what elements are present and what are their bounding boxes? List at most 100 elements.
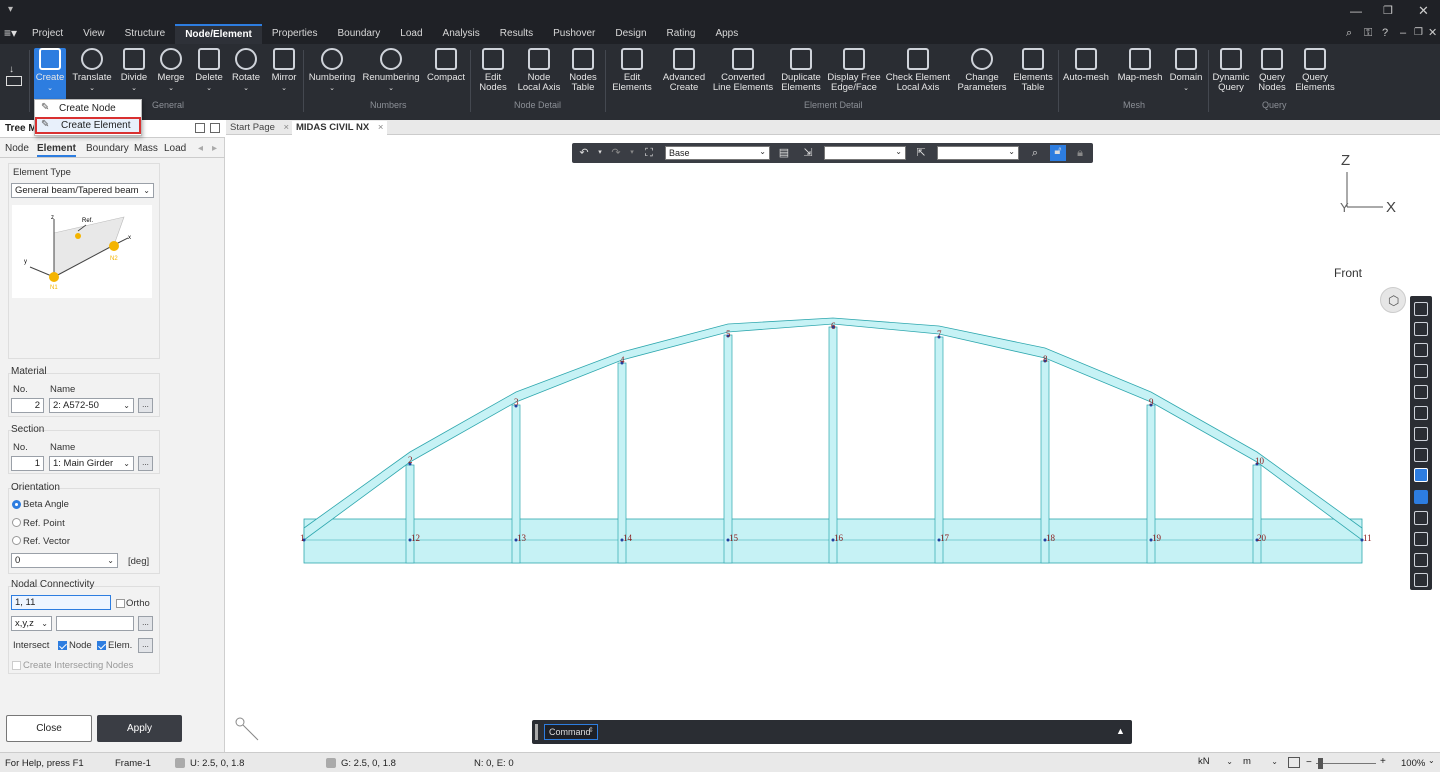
node-select-icon[interactable]	[1414, 490, 1428, 504]
menu-structure[interactable]: Structure	[115, 24, 176, 44]
compact-button[interactable]: Compact	[425, 48, 467, 102]
section-more-button[interactable]: ...	[138, 456, 153, 471]
inner-minimize-icon[interactable]: –	[1400, 27, 1406, 39]
tab-start-page[interactable]: Start Page ×	[226, 121, 293, 135]
converted-line-elements-button[interactable]: Converted Line Elements	[712, 48, 774, 102]
zoom-slider[interactable]	[1316, 763, 1376, 764]
tab-load[interactable]: Load	[164, 143, 186, 154]
hanger[interactable]	[723, 334, 733, 564]
panel-split-icon[interactable]	[210, 123, 220, 133]
tab-boundary[interactable]: Boundary	[86, 143, 129, 154]
beta-angle-select[interactable]: 0 ⌄	[11, 553, 118, 568]
domain-button[interactable]: Domain ⌄	[1168, 48, 1204, 102]
undo-icon[interactable]: ↶	[578, 147, 590, 159]
base-select[interactable]: Base ⌄	[665, 146, 770, 160]
minimize-window-icon[interactable]: —	[1350, 4, 1362, 18]
menu-node-element[interactable]: Node/Element	[175, 24, 262, 44]
section-name-select[interactable]: 1: Main Girder ⌄	[49, 456, 134, 471]
help-icon[interactable]: ?	[1382, 27, 1388, 39]
hanger[interactable]	[1252, 464, 1262, 564]
select-intersect-icon[interactable]	[1414, 343, 1428, 357]
magnify-icon[interactable]: ⌕	[1029, 147, 1041, 159]
coord-input[interactable]	[56, 616, 134, 631]
translate-button[interactable]: Translate ⌄	[70, 48, 114, 102]
group-select-2[interactable]: ⌄	[937, 146, 1019, 160]
menu-apps[interactable]: Apps	[705, 24, 748, 44]
lock-icon[interactable]: 🔓︎	[1050, 145, 1066, 161]
pick-icon[interactable]: ⇲	[802, 147, 814, 159]
mirror-button[interactable]: Mirror ⌄	[267, 48, 301, 102]
key-icon[interactable]: ⚿	[1364, 27, 1372, 40]
search-icon[interactable]: ⌕	[1346, 27, 1352, 40]
menu-boundary[interactable]: Boundary	[327, 24, 390, 44]
select-all-icon[interactable]	[1414, 385, 1428, 399]
create-intersecting-checkbox[interactable]	[12, 661, 21, 670]
hanger[interactable]	[934, 336, 944, 564]
active-select-icon[interactable]	[1414, 468, 1428, 482]
tab-mass[interactable]: Mass	[134, 143, 158, 154]
expand-icon[interactable]: ▲	[1116, 726, 1125, 736]
force-unit-select[interactable]: kN ⌄	[1196, 756, 1236, 770]
advanced-create-button[interactable]: Advanced Create	[660, 48, 708, 102]
rotate-button[interactable]: Rotate ⌄	[229, 48, 263, 102]
length-unit-select[interactable]: m ⌄	[1241, 756, 1281, 770]
dynamic-query-button[interactable]: Dynamic Query	[1211, 48, 1251, 102]
grip-icon[interactable]	[535, 724, 538, 740]
delete-button[interactable]: Delete ⌄	[192, 48, 226, 102]
coord-system-select[interactable]: x,y,z ⌄	[11, 616, 52, 631]
nodes-table-button[interactable]: Nodes Table	[565, 48, 601, 102]
hanger[interactable]	[828, 326, 838, 564]
tab-scroll-left-icon[interactable]: ◂	[198, 143, 203, 154]
query-nodes-button[interactable]: Query Nodes	[1254, 48, 1290, 102]
select-identity-icon[interactable]	[1414, 448, 1428, 462]
group-select-1[interactable]: ⌄	[824, 146, 906, 160]
intersect-node-checkbox[interactable]	[58, 641, 67, 650]
select-previous-icon[interactable]	[1414, 427, 1428, 441]
menu-analysis[interactable]: Analysis	[433, 24, 490, 44]
apply-button[interactable]: Apply	[97, 715, 182, 742]
menu-project[interactable]: Project	[22, 24, 73, 44]
panel-layout-icon[interactable]	[195, 123, 205, 133]
renumbering-button[interactable]: Renumbering ⌄	[362, 48, 420, 102]
duplicate-elements-button[interactable]: Duplicate Elements	[778, 48, 824, 102]
command-input[interactable]: Command ⇕	[544, 724, 598, 740]
ref-vector-radio[interactable]	[12, 536, 21, 545]
query-elements-button[interactable]: Query Elements	[1293, 48, 1337, 102]
chevron-down-icon[interactable]: ⌄	[1428, 756, 1435, 765]
ortho-checkbox[interactable]	[116, 599, 125, 608]
restore-window-icon[interactable]: ❐	[1383, 4, 1393, 17]
material-no-input[interactable]: 2	[11, 398, 44, 413]
select-window-icon[interactable]	[1414, 302, 1428, 316]
material-name-select[interactable]: 2: A572-50 ⌄	[49, 398, 134, 413]
close-tab-icon[interactable]: ×	[378, 122, 384, 133]
close-tab-icon[interactable]: ×	[284, 122, 290, 133]
chevron-down-icon[interactable]: ▾	[626, 147, 638, 159]
filter-icon[interactable]: ▤	[778, 147, 790, 159]
select-filter-icon[interactable]: ⛶	[643, 147, 655, 159]
hanger[interactable]	[405, 464, 415, 564]
lock-disabled-icon[interactable]: 🔒︎	[1074, 147, 1086, 159]
check-element-local-axis-button[interactable]: Check Element Local Axis	[885, 48, 951, 102]
select-polygon-icon[interactable]	[1414, 322, 1428, 336]
zoom-in-icon[interactable]: +	[1380, 756, 1386, 767]
redo-icon[interactable]: ↷	[610, 147, 622, 159]
edit-nodes-button[interactable]: Edit Nodes	[474, 48, 512, 102]
tab-element[interactable]: Element	[37, 143, 76, 157]
unselect-icon[interactable]	[1414, 406, 1428, 420]
divide-button[interactable]: Divide ⌄	[118, 48, 150, 102]
merge-button[interactable]: Merge ⌄	[154, 48, 188, 102]
menu-view[interactable]: View	[73, 24, 115, 44]
menu-results[interactable]: Results	[490, 24, 543, 44]
select-plane-icon[interactable]	[1414, 364, 1428, 378]
inner-restore-icon[interactable]: ❐	[1414, 27, 1423, 38]
coord-more-button[interactable]: ...	[138, 616, 153, 631]
numbering-button[interactable]: Numbering ⌄	[307, 48, 357, 102]
inner-close-icon[interactable]: ✕	[1428, 26, 1437, 39]
hamburger-menu-icon[interactable]: ≡▾	[4, 26, 17, 40]
chevron-down-icon[interactable]: ▾	[594, 147, 606, 159]
node-local-axis-button[interactable]: Node Local Axis	[516, 48, 562, 102]
close-window-icon[interactable]: ✕	[1418, 3, 1429, 19]
menu-load[interactable]: Load	[390, 24, 432, 44]
intersect-more-button[interactable]: ...	[138, 638, 153, 653]
collapse-ribbon-button[interactable]: ↓	[4, 64, 26, 96]
